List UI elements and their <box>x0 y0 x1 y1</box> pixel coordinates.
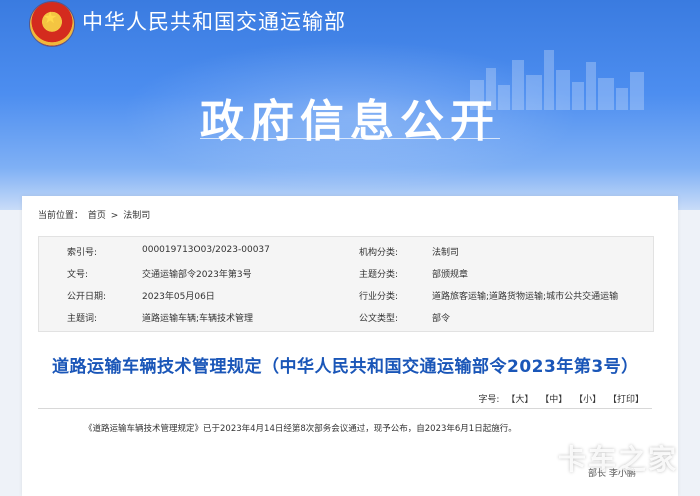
meta-row: 主题词: 道路运输车辆;车辆技术管理 公文类型: 部令 <box>39 305 653 327</box>
banner-title: 政府信息公开 <box>200 96 500 147</box>
header-banner: ★ 中华人民共和国交通运输部 政府信息公开 <box>0 0 700 210</box>
breadcrumb-label: 当前位置： <box>38 211 84 221</box>
content-divider <box>38 408 652 409</box>
meta-value-topic: 部颁规章 <box>432 270 469 280</box>
meta-value-keywords: 道路运输车辆;车辆技术管理 <box>142 314 254 324</box>
meta-key-topic: 主题分类: <box>359 270 399 280</box>
breadcrumb-current-link[interactable]: 法制司 <box>123 211 150 221</box>
font-size-label: 字号: <box>478 395 500 405</box>
meta-value-org: 法制司 <box>432 248 460 258</box>
national-emblem-icon: ★ <box>30 2 74 46</box>
meta-key-date: 公开日期: <box>67 292 107 302</box>
meta-value-date: 2023年05月06日 <box>142 292 215 302</box>
meta-key-index: 索引号: <box>67 248 98 258</box>
meta-value-index: 000019713O03/2023-00037 <box>142 245 270 255</box>
meta-key-industry: 行业分类: <box>359 292 399 302</box>
meta-row: 公开日期: 2023年05月06日 行业分类: 道路旅客运输;道路货物运输;城市… <box>39 283 653 305</box>
print-button[interactable]: 【打印】 <box>608 395 644 405</box>
breadcrumb: 当前位置： 首页 > 法制司 <box>38 208 152 221</box>
document-body: 《道路运输车辆技术管理规定》已于2023年4月14日经第8次部务会议通过，现予公… <box>84 424 517 434</box>
title-underline <box>200 138 500 139</box>
font-small-button[interactable]: 【小】 <box>574 395 601 405</box>
document-title: 道路运输车辆技术管理规定（中华人民共和国交通运输部令2023年第3号） <box>52 357 639 377</box>
meta-value-industry: 道路旅客运输;道路货物运输;城市公共交通运输 <box>432 292 619 302</box>
breadcrumb-home-link[interactable]: 首页 <box>88 211 106 221</box>
meta-key-org: 机构分类: <box>359 248 399 258</box>
breadcrumb-separator: > <box>110 211 119 221</box>
watermark-logo: 卡车之家 <box>558 443 679 476</box>
meta-row: 索引号: 000019713O03/2023-00037 机构分类: 法制司 <box>39 239 653 261</box>
font-medium-button[interactable]: 【中】 <box>540 395 567 405</box>
font-size-controls: 字号: 【大】 【中】 【小】 【打印】 <box>474 392 644 405</box>
font-large-button[interactable]: 【大】 <box>506 395 533 405</box>
meta-row: 文号: 交通运输部令2023年第3号 主题分类: 部颁规章 <box>39 261 653 283</box>
meta-value-docno: 交通运输部令2023年第3号 <box>142 270 252 280</box>
document-metadata-table: 索引号: 000019713O03/2023-00037 机构分类: 法制司 文… <box>38 236 654 332</box>
meta-value-doctype: 部令 <box>432 314 451 324</box>
meta-key-doctype: 公文类型: <box>359 314 399 324</box>
ministry-name[interactable]: 中华人民共和国交通运输部 <box>82 6 346 36</box>
star-glyph: ★ <box>43 8 58 27</box>
meta-key-docno: 文号: <box>67 270 89 280</box>
meta-key-keywords: 主题词: <box>67 314 98 324</box>
